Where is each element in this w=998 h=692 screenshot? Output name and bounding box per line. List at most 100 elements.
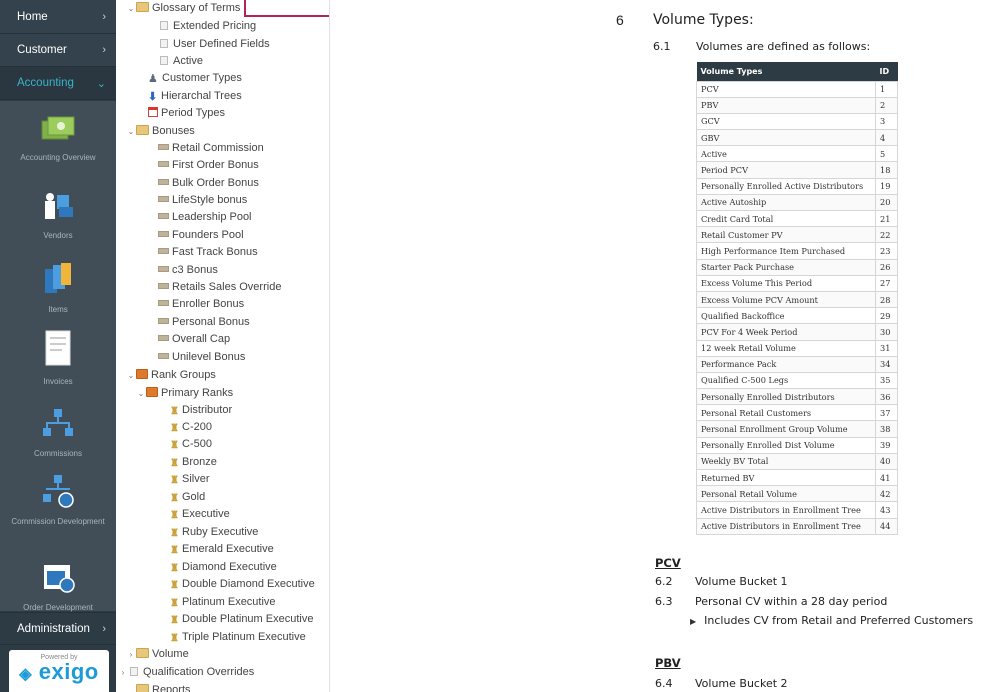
tree-node[interactable]: Period Types (138, 105, 225, 122)
tree-node[interactable]: ♜ Platinum Executive (160, 594, 276, 611)
pbv-heading: PBV (655, 656, 681, 670)
tree-node[interactable]: Retails Sales Override (148, 279, 281, 296)
bullet-text: Includes CV from Retail and Preferred Cu… (704, 614, 974, 627)
tree-node[interactable]: Reports (126, 682, 191, 692)
order-development-item[interactable]: Order Development (0, 559, 116, 614)
tree-expander-icon[interactable]: › (126, 646, 136, 663)
tree-node[interactable]: ♜ Gold (160, 489, 205, 506)
volume-type-cell: GBV (696, 129, 876, 147)
table-row: Excess Volume PCV Amount 28 (696, 290, 898, 309)
tree-node[interactable]: ♟ Customer Types (138, 70, 242, 87)
volume-id-cell: 44 (875, 517, 898, 535)
volume-type-cell: Active Distributors in Enrollment Tree (696, 517, 876, 535)
tree-node[interactable]: ♜ Double Diamond Executive (160, 576, 315, 593)
commission-development-item[interactable]: Commission Development (0, 473, 116, 528)
glossary-tree-panel: ⌄ Glossary of Terms Extended Pricing User D… (116, 0, 330, 692)
tree-node[interactable]: ♜ Silver (160, 471, 210, 488)
nav-home[interactable]: Home › (0, 0, 116, 34)
volume-type-cell: Personal Enrollment Group Volume (696, 420, 876, 438)
table-row: Qualified Backoffice 29 (696, 307, 898, 325)
pcv-heading: PCV (655, 556, 681, 570)
rank-folder-icon (136, 369, 148, 379)
vendors-label: Vendors (43, 231, 73, 240)
left-navigation: Home › Customer › Accounting ⌄ Accountin… (0, 0, 116, 692)
tree-node[interactable]: Enroller Bonus (148, 296, 244, 313)
tree-node[interactable]: ⌄ Bonuses (126, 123, 195, 140)
volume-type-cell: Personally Enrolled Active Distributors (696, 177, 876, 195)
tree-node-label: Overall Cap (172, 333, 231, 345)
arrow-icon: ⬇ (148, 91, 158, 103)
vendors-item[interactable]: Vendors (0, 189, 116, 242)
tree-node[interactable]: Unilevel Bonus (148, 349, 245, 366)
tree-node[interactable]: ♜ Ruby Executive (160, 524, 258, 541)
table-row: Active Autoship 20 (696, 193, 898, 212)
tree-node[interactable]: c3 Bonus (148, 262, 218, 279)
tree-node[interactable]: Founders Pool (148, 227, 244, 244)
volume-types-table: Volume Types ID PCV 1 PBV 2 GCV 3 GBV 4 Active 5 P… (696, 62, 898, 535)
rank-icon: ♜ (170, 563, 179, 574)
tree-expander-icon[interactable]: ⌄ (126, 123, 136, 140)
volume-id-cell: 20 (875, 193, 898, 212)
tree-node[interactable]: ⌄ Glossary of Terms (126, 0, 240, 17)
rank-icon: ♜ (170, 598, 179, 609)
tree-node[interactable]: ♜ Triple Platinum Executive (160, 629, 306, 646)
tree-node[interactable]: ♜ Bronze (160, 454, 217, 471)
nav-administration[interactable]: Administration › (0, 612, 116, 645)
volume-id-cell: 39 (875, 436, 898, 454)
document-content: 6 Volume Types: 6.1 Volumes are defined … (330, 0, 998, 692)
accounting-overview-item[interactable]: Accounting Overview (0, 115, 116, 164)
table-row: High Performance Item Purchased 23 (696, 242, 898, 260)
tree-node[interactable]: ⌄ Rank Groups (126, 367, 216, 384)
tree-node[interactable]: ⬇ Hierarchal Trees (138, 88, 242, 105)
tree-node-label: Primary Ranks (161, 387, 234, 399)
tree-node[interactable]: ♜ Emerald Executive (160, 541, 274, 558)
nav-accounting[interactable]: Accounting ⌄ (0, 67, 116, 100)
tree-node[interactable]: User Defined Fields (148, 36, 270, 53)
tree-node[interactable]: › Qualification Overrides (118, 664, 255, 681)
tree-node[interactable]: ♜ Diamond Executive (160, 559, 277, 576)
volume-type-cell: Period PCV (696, 161, 876, 179)
tree-node-label: Extended Pricing (173, 20, 257, 32)
tree-node[interactable]: Personal Bonus (148, 314, 250, 331)
tree-node[interactable]: Fast Track Bonus (148, 244, 258, 261)
page-icon (160, 21, 168, 30)
rank-icon: ♜ (170, 545, 179, 556)
invoices-item[interactable]: Invoices (0, 329, 116, 388)
tree-node-label: Distributor (182, 404, 233, 416)
tree-node[interactable]: Bulk Order Bonus (148, 175, 259, 192)
tree-node[interactable]: ♜ C-200 (160, 419, 212, 436)
items-item[interactable]: Items (0, 261, 116, 316)
tree-node[interactable]: LifeStyle bonus (148, 192, 247, 209)
tree-node[interactable]: ♜ Distributor (160, 402, 232, 419)
tree-node[interactable]: Extended Pricing (148, 18, 256, 35)
tree-expander-icon[interactable]: ⌄ (126, 0, 136, 17)
tree-expander-icon[interactable]: ⌄ (126, 367, 136, 384)
page-icon (160, 56, 168, 65)
volume-type-cell: PBV (696, 96, 876, 114)
tree-node[interactable]: Leadership Pool (148, 209, 252, 226)
tree-node[interactable]: ♜ Executive (160, 506, 230, 523)
table-row: Personally Enrolled Dist Volume 39 (696, 436, 898, 454)
tree-node[interactable]: Overall Cap (148, 331, 230, 348)
tree-expander-icon[interactable]: ⌄ (136, 385, 146, 402)
tree-node[interactable]: Retail Commission (148, 140, 264, 157)
nav-customer[interactable]: Customer › (0, 34, 116, 67)
tree-node-label: C-500 (182, 438, 212, 450)
tree-expander-icon[interactable]: › (118, 664, 128, 681)
chevron-right-icon: › (102, 622, 106, 635)
tree-node[interactable]: First Order Bonus (148, 157, 259, 174)
tree-node-label: LifeStyle bonus (172, 194, 248, 206)
tree-node[interactable]: ⌄ Primary Ranks (136, 385, 233, 402)
commissions-item[interactable]: Commissions (0, 407, 116, 460)
rank-icon: ♜ (170, 633, 179, 644)
tree-node[interactable]: Active (148, 53, 203, 70)
tree-node[interactable]: › Volume (126, 646, 189, 663)
tree-node-label: Period Types (161, 107, 226, 119)
table-row: Personally Enrolled Distributors 36 (696, 388, 898, 406)
commission-development-icon (43, 475, 74, 508)
tree-node-label: Silver (182, 473, 210, 485)
table-row: Active 5 (696, 145, 898, 163)
chevron-right-icon: › (102, 10, 106, 23)
tree-node[interactable]: ♜ Double Platinum Executive (160, 611, 313, 628)
tree-node[interactable]: ♜ C-500 (160, 436, 212, 453)
